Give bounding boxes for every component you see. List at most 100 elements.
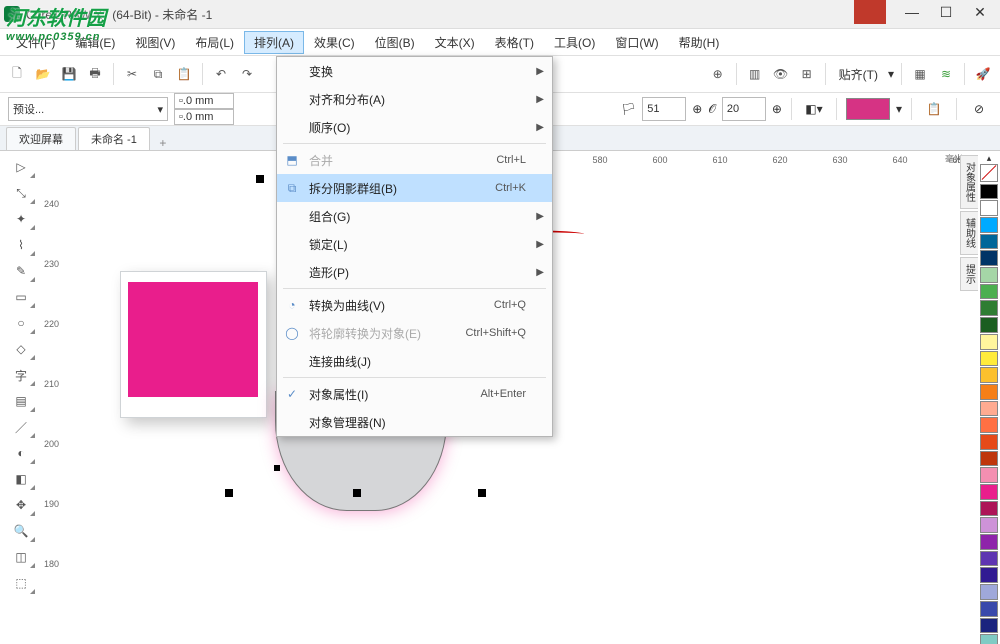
- menu-item[interactable]: 对齐和分布(A)▶: [277, 85, 552, 113]
- color-swatch[interactable]: [980, 434, 998, 450]
- redo-icon[interactable]: ↷: [236, 63, 258, 85]
- menu-3[interactable]: 布局(L): [185, 31, 244, 54]
- save-icon[interactable]: 💾: [58, 63, 80, 85]
- selection-handle[interactable]: [256, 175, 264, 183]
- color-swatch[interactable]: [980, 551, 998, 567]
- color-swatch[interactable]: [980, 267, 998, 283]
- menu-item[interactable]: 顺序(O)▶: [277, 113, 552, 141]
- tool-6[interactable]: ○: [6, 311, 36, 335]
- menu-2[interactable]: 视图(V): [125, 31, 185, 54]
- menu-6[interactable]: 位图(B): [365, 31, 425, 54]
- grid-icon[interactable]: ⊞: [796, 63, 818, 85]
- docker-tab[interactable]: 对象属性: [960, 155, 979, 209]
- step2-icon[interactable]: ⊕: [772, 102, 782, 116]
- color-swatch[interactable]: [980, 451, 998, 467]
- color-swatch[interactable]: [980, 284, 998, 300]
- menu-11[interactable]: 帮助(H): [669, 31, 730, 54]
- color-swatch[interactable]: [980, 184, 998, 200]
- minimize-button[interactable]: —: [896, 0, 928, 24]
- color-swatch[interactable]: [980, 351, 998, 367]
- menu-5[interactable]: 效果(C): [304, 31, 365, 54]
- color-swatch[interactable]: [980, 467, 998, 483]
- close-button[interactable]: ✕: [964, 0, 996, 24]
- color-swatch[interactable]: [980, 367, 998, 383]
- tool-15[interactable]: ◫: [6, 545, 36, 569]
- new-tab-button[interactable]: +: [152, 136, 174, 150]
- launch-icon[interactable]: 🚀: [972, 63, 994, 85]
- menu-item[interactable]: 变换▶: [277, 57, 552, 85]
- color-swatch[interactable]: [980, 517, 998, 533]
- clear-icon[interactable]: ⊘: [966, 97, 992, 121]
- copy-icon[interactable]: ⧉: [147, 63, 169, 85]
- menu-item[interactable]: 造形(P)▶: [277, 258, 552, 286]
- color-swatch[interactable]: [980, 334, 998, 350]
- tool-4[interactable]: ✎: [6, 259, 36, 283]
- color-swatch[interactable]: [980, 618, 998, 634]
- docker-tab[interactable]: 辅助线: [960, 211, 979, 255]
- menu-9[interactable]: 工具(O): [544, 31, 605, 54]
- pos-y-input[interactable]: ▫ .0 mm: [174, 109, 234, 125]
- tool-14[interactable]: 🔍: [6, 519, 36, 543]
- color-swatch[interactable]: [980, 401, 998, 417]
- val1-input[interactable]: 51: [642, 97, 686, 121]
- pen-icon[interactable]: 𝒪: [708, 102, 716, 117]
- color-swatch[interactable]: [980, 567, 998, 583]
- paste-icon[interactable]: 📋: [173, 63, 195, 85]
- color-swatch[interactable]: [980, 634, 998, 644]
- menu-item[interactable]: ◔转换为曲线(V)Ctrl+Q: [277, 291, 552, 319]
- menu-item[interactable]: 连接曲线(J): [277, 347, 552, 375]
- opt2-icon[interactable]: ≋: [935, 63, 957, 85]
- view-icon[interactable]: 👁: [770, 63, 792, 85]
- fill-swatch[interactable]: [846, 98, 890, 120]
- undo-icon[interactable]: ↶: [210, 63, 232, 85]
- color-swatch[interactable]: [980, 317, 998, 333]
- menu-10[interactable]: 窗口(W): [605, 31, 668, 54]
- opt1-icon[interactable]: ▦: [909, 63, 931, 85]
- doc-tab[interactable]: 未命名 -1: [78, 127, 150, 150]
- color-swatch[interactable]: [980, 234, 998, 250]
- menu-item[interactable]: 组合(G)▶: [277, 202, 552, 230]
- docker-tab[interactable]: 提示: [960, 257, 979, 291]
- cut-icon[interactable]: ✂: [121, 63, 143, 85]
- menu-item[interactable]: ✓对象属性(I)Alt+Enter: [277, 380, 552, 408]
- open-icon[interactable]: 📂: [32, 63, 54, 85]
- color-swatch[interactable]: [980, 584, 998, 600]
- color-swatch[interactable]: [980, 250, 998, 266]
- color-swatch[interactable]: [980, 501, 998, 517]
- tool-2[interactable]: ✦: [6, 207, 36, 231]
- menu-item[interactable]: 对象管理器(N): [277, 408, 552, 436]
- tool-13[interactable]: ✥: [6, 493, 36, 517]
- selection-handle[interactable]: [225, 489, 233, 497]
- copyprop-icon[interactable]: 📋: [921, 97, 947, 121]
- print-icon[interactable]: 🖶: [84, 63, 106, 85]
- tool-0[interactable]: ▷: [6, 155, 36, 179]
- color-swatch[interactable]: [980, 534, 998, 550]
- tool-8[interactable]: 字: [6, 363, 36, 387]
- color-swatch[interactable]: [980, 217, 998, 233]
- tool-7[interactable]: ◇: [6, 337, 36, 361]
- tool-10[interactable]: ／: [6, 415, 36, 439]
- doc-tab[interactable]: 欢迎屏幕: [6, 127, 76, 150]
- color-swatch[interactable]: [980, 300, 998, 316]
- color-swatch[interactable]: [980, 384, 998, 400]
- menu-4[interactable]: 排列(A): [244, 31, 304, 54]
- user-icon[interactable]: [854, 0, 886, 24]
- menu-8[interactable]: 表格(T): [485, 31, 544, 54]
- flag-icon[interactable]: 🏳: [621, 102, 636, 116]
- color-swatch[interactable]: [980, 200, 998, 216]
- panel-icon[interactable]: ▥: [744, 63, 766, 85]
- color-swatch[interactable]: [980, 601, 998, 617]
- menu-0[interactable]: 文件(F): [6, 31, 65, 54]
- tool-5[interactable]: ▭: [6, 285, 36, 309]
- menu-1[interactable]: 编辑(E): [65, 31, 125, 54]
- tool-16[interactable]: ⬚: [6, 571, 36, 595]
- val2-input[interactable]: 20: [722, 97, 766, 121]
- selection-handle[interactable]: [274, 465, 280, 471]
- no-color-swatch[interactable]: [980, 164, 998, 182]
- tool-12[interactable]: ◧: [6, 467, 36, 491]
- pink-rectangle-object[interactable]: [128, 282, 258, 397]
- preset-dropdown[interactable]: 预设...▾: [8, 97, 168, 121]
- tool-3[interactable]: ⌇: [6, 233, 36, 257]
- tool-11[interactable]: ◐: [6, 441, 36, 465]
- menu-7[interactable]: 文本(X): [425, 31, 485, 54]
